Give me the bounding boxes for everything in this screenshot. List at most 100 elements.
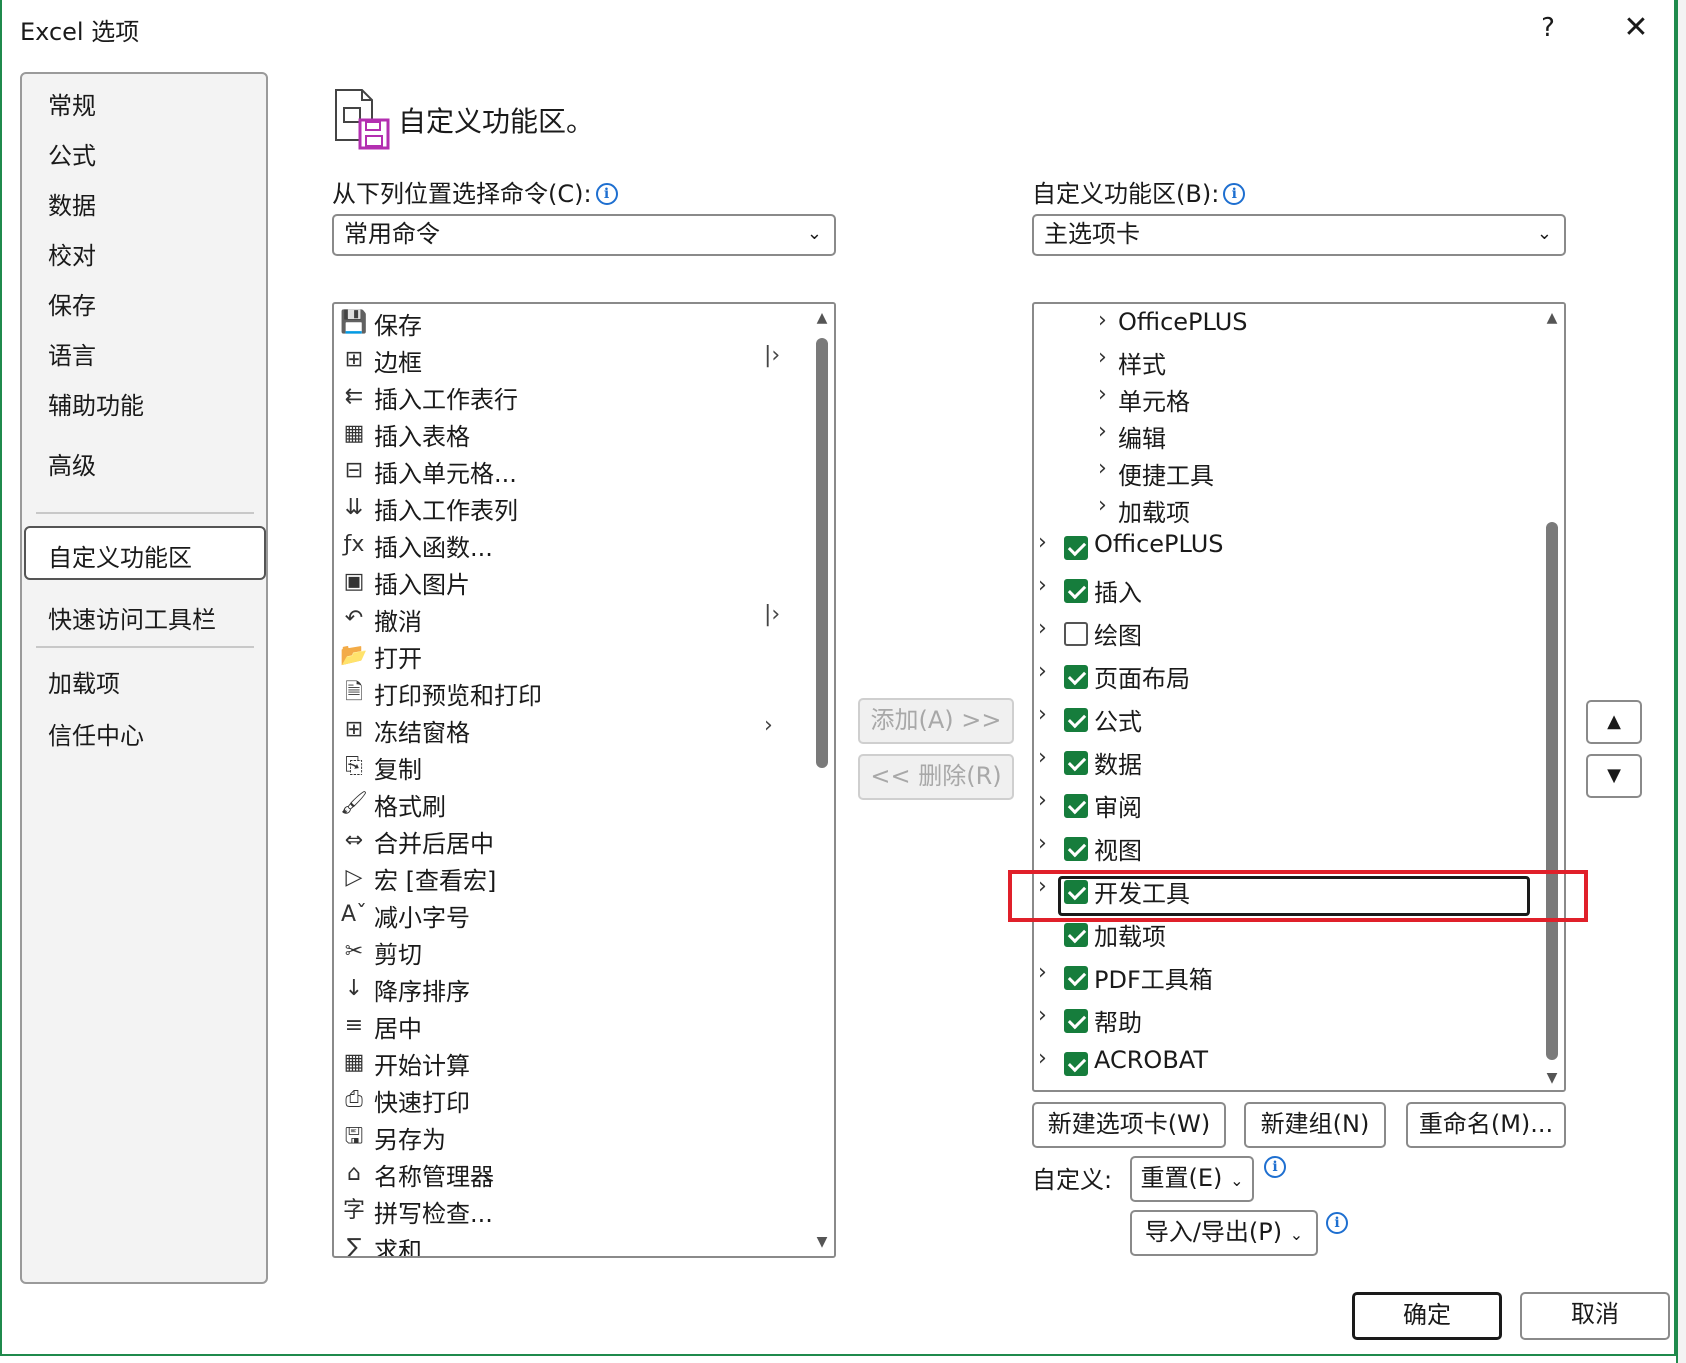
remove-button[interactable]: << 删除(R) bbox=[858, 754, 1014, 800]
scroll-down-arrow-icon[interactable]: ▼ bbox=[1538, 1070, 1564, 1086]
chevron-right-icon[interactable]: › bbox=[1038, 960, 1058, 985]
commands-list[interactable]: ▲ ▼ 💾 保存 ⊞ 边框 |› ⇇ 插入工作表行 ▦ 插入表格 ⊟ 插入单元格... ⇊ 插入工作表列… bbox=[332, 302, 836, 1258]
help-button[interactable]: ? bbox=[1528, 6, 1568, 50]
nav-item-data[interactable]: 数据 bbox=[48, 186, 96, 221]
command-item[interactable]: ▦ 开始计算 bbox=[336, 1044, 806, 1081]
ok-button[interactable]: 确定 bbox=[1352, 1292, 1502, 1340]
command-item[interactable]: ∑ 求和 bbox=[336, 1229, 806, 1256]
tab-checkbox[interactable] bbox=[1064, 966, 1088, 990]
nav-item-quick-access-toolbar[interactable]: 快速访问工具栏 bbox=[48, 600, 216, 635]
move-up-button[interactable]: ▲ bbox=[1586, 700, 1642, 744]
command-item[interactable]: 📂 打开 bbox=[336, 637, 806, 674]
command-item[interactable]: 💾 保存 bbox=[336, 304, 806, 341]
ribbon-tree[interactable]: ▲ ▼ › OfficePLUS › 样式 › 单元格 › 编辑 › 便捷工具 › 加载项 › Offic… bbox=[1032, 302, 1566, 1092]
submenu-arrow-icon[interactable]: |› bbox=[764, 602, 780, 627]
cancel-button[interactable]: 取消 bbox=[1520, 1292, 1670, 1340]
tab-checkbox[interactable] bbox=[1064, 708, 1088, 732]
command-item[interactable]: ⎘ 复制 bbox=[336, 748, 806, 785]
info-icon[interactable]: i bbox=[595, 183, 618, 205]
commands-from-select[interactable]: 常用命令 ⌄ bbox=[332, 214, 836, 256]
chevron-right-icon[interactable]: › bbox=[1038, 788, 1058, 813]
nav-item-advanced[interactable]: 高级 bbox=[48, 446, 96, 481]
info-icon[interactable]: i bbox=[1223, 183, 1246, 205]
chevron-right-icon[interactable]: › bbox=[1038, 702, 1058, 727]
chevron-right-icon[interactable]: › bbox=[1098, 419, 1118, 444]
ribbon-tabs-select[interactable]: 主选项卡 ⌄ bbox=[1032, 214, 1566, 256]
command-item[interactable]: 🗎 打印预览和打印 bbox=[336, 674, 806, 711]
command-item[interactable]: 字拼写检查... bbox=[336, 1192, 806, 1229]
tab-checkbox[interactable] bbox=[1064, 1052, 1088, 1076]
command-item[interactable]: ▷ 宏 [查看宏] bbox=[336, 859, 806, 896]
new-tab-button[interactable]: 新建选项卡(W) bbox=[1032, 1102, 1226, 1148]
tab-checkbox[interactable] bbox=[1064, 751, 1088, 775]
chevron-right-icon[interactable]: › bbox=[1038, 831, 1058, 856]
chevron-right-icon[interactable]: › bbox=[1038, 530, 1058, 555]
command-item[interactable]: 🖌 格式刷 bbox=[336, 785, 806, 822]
chevron-right-icon[interactable]: › bbox=[1098, 382, 1118, 407]
chevron-right-icon[interactable]: › bbox=[1098, 345, 1118, 370]
nav-item-save[interactable]: 保存 bbox=[48, 286, 96, 321]
add-button[interactable]: 添加(A) >> bbox=[858, 698, 1014, 744]
chevron-right-icon[interactable]: › bbox=[1038, 1046, 1058, 1071]
import-export-dropdown-button[interactable]: 导入/导出(P) ⌄ bbox=[1130, 1210, 1318, 1256]
tab-checkbox[interactable] bbox=[1064, 579, 1088, 603]
nav-item-language[interactable]: 语言 bbox=[48, 336, 96, 371]
command-item[interactable]: ▣ 插入图片 bbox=[336, 563, 806, 600]
move-down-button[interactable]: ▼ bbox=[1586, 754, 1642, 798]
tab-checkbox[interactable] bbox=[1064, 837, 1088, 861]
tab-checkbox[interactable] bbox=[1064, 794, 1088, 818]
command-item[interactable]: 🖫 另存为 bbox=[336, 1118, 806, 1155]
chevron-right-icon[interactable]: › bbox=[1098, 308, 1118, 333]
scroll-up-arrow-icon[interactable]: ▲ bbox=[808, 310, 834, 326]
tab-checkbox[interactable] bbox=[1064, 536, 1088, 560]
scroll-down-arrow-icon[interactable]: ▼ bbox=[808, 1234, 834, 1250]
info-icon[interactable]: i bbox=[1264, 1156, 1286, 1178]
command-item[interactable]: ▦ 插入表格 bbox=[336, 415, 806, 452]
ribbon-tree-scrollbar[interactable]: ▲ ▼ bbox=[1538, 304, 1564, 1090]
close-button[interactable]: ✕ bbox=[1614, 6, 1658, 50]
tab-checkbox[interactable] bbox=[1064, 622, 1088, 646]
chevron-right-icon[interactable]: › bbox=[1038, 745, 1058, 770]
command-item[interactable]: ⎙ 快速打印 bbox=[336, 1081, 806, 1118]
nav-item-proofing[interactable]: 校对 bbox=[48, 236, 96, 271]
scrollbar-thumb[interactable] bbox=[816, 338, 828, 768]
tab-checkbox[interactable] bbox=[1064, 1009, 1088, 1033]
reset-dropdown-button[interactable]: 重置(E) ⌄ bbox=[1130, 1156, 1254, 1202]
command-item[interactable]: ƒx 插入函数... bbox=[336, 526, 806, 563]
command-item[interactable]: ↓ 降序排序 bbox=[336, 970, 806, 1007]
commands-scrollbar[interactable]: ▲ ▼ bbox=[808, 304, 834, 1256]
nav-item-trust-center[interactable]: 信任中心 bbox=[48, 716, 144, 751]
command-icon: ↶ bbox=[344, 606, 364, 631]
tab-checkbox[interactable] bbox=[1064, 923, 1088, 947]
command-item[interactable]: Aˇ 减小字号 bbox=[336, 896, 806, 933]
scroll-up-arrow-icon[interactable]: ▲ bbox=[1538, 310, 1564, 326]
command-item[interactable]: ⇊ 插入工作表列 bbox=[336, 489, 806, 526]
new-group-button[interactable]: 新建组(N) bbox=[1244, 1102, 1386, 1148]
nav-item-add-ins[interactable]: 加载项 bbox=[48, 664, 120, 699]
command-item[interactable]: ⇇ 插入工作表行 bbox=[336, 378, 806, 415]
chevron-right-icon[interactable]: › bbox=[1038, 573, 1058, 598]
chevron-right-icon[interactable]: › bbox=[1038, 1003, 1058, 1028]
rename-button[interactable]: 重命名(M)... bbox=[1406, 1102, 1566, 1148]
scrollbar-thumb[interactable] bbox=[1546, 522, 1558, 1060]
command-item[interactable]: ⊞ 冻结窗格 › bbox=[336, 711, 806, 748]
command-item[interactable]: ↶ 撤消 |› bbox=[336, 600, 806, 637]
nav-item-accessibility[interactable]: 辅助功能 bbox=[48, 386, 144, 421]
command-item[interactable]: ⇔ 合并后居中 bbox=[336, 822, 806, 859]
tab-checkbox[interactable] bbox=[1064, 665, 1088, 689]
command-item[interactable]: ≡ 居中 bbox=[336, 1007, 806, 1044]
submenu-arrow-icon[interactable]: › bbox=[764, 713, 773, 738]
chevron-right-icon[interactable]: › bbox=[1098, 493, 1118, 518]
chevron-right-icon[interactable]: › bbox=[1098, 456, 1118, 481]
command-item[interactable]: ⊞ 边框 |› bbox=[336, 341, 806, 378]
nav-item-customize-ribbon[interactable]: 自定义功能区 bbox=[48, 538, 192, 573]
command-item[interactable]: ⌂ 名称管理器 bbox=[336, 1155, 806, 1192]
nav-item-formulas[interactable]: 公式 bbox=[48, 136, 96, 171]
submenu-arrow-icon[interactable]: |› bbox=[764, 343, 780, 368]
chevron-right-icon[interactable]: › bbox=[1038, 616, 1058, 641]
nav-item-general[interactable]: 常规 bbox=[48, 86, 96, 121]
info-icon[interactable]: i bbox=[1326, 1212, 1348, 1234]
command-item[interactable]: ⊟ 插入单元格... bbox=[336, 452, 806, 489]
chevron-right-icon[interactable]: › bbox=[1038, 659, 1058, 684]
command-item[interactable]: ✂ 剪切 bbox=[336, 933, 806, 970]
